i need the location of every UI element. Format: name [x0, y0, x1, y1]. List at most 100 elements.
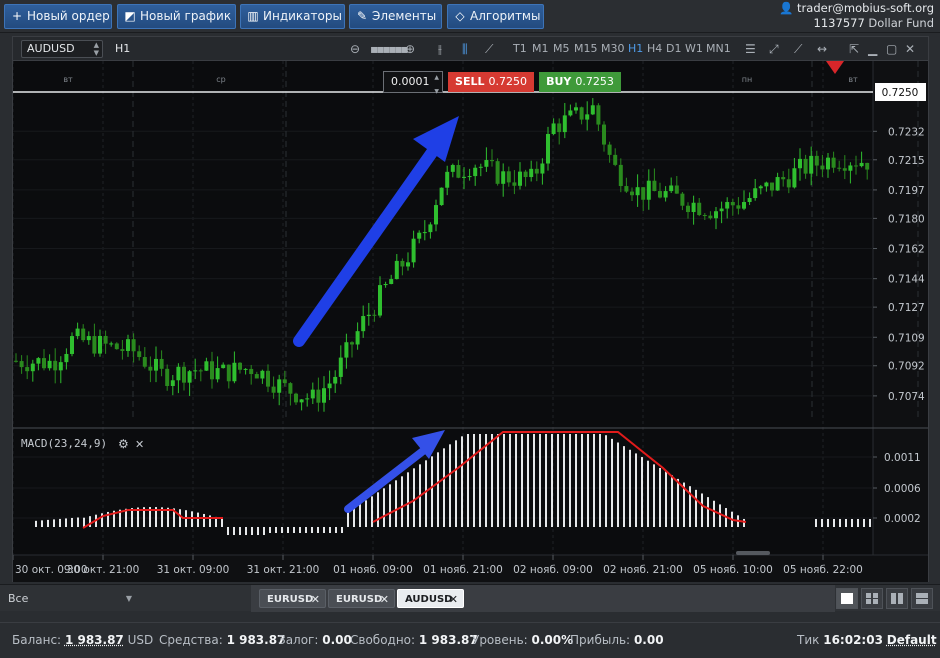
- candle: [86, 336, 91, 341]
- candle: [64, 353, 69, 363]
- candle: [372, 314, 377, 316]
- candle: [204, 361, 209, 371]
- bar-chart-icon[interactable]: ⫲: [438, 41, 442, 57]
- line-chart-icon[interactable]: ⟋: [485, 41, 493, 57]
- layout-single-button[interactable]: [836, 588, 858, 609]
- candle: [378, 285, 382, 316]
- tab-audusd[interactable]: AUDUSD ✕: [397, 589, 464, 608]
- tf-w1[interactable]: W1: [685, 42, 703, 55]
- indicators-button[interactable]: ▥ Индикаторы: [240, 4, 345, 29]
- tf-m5[interactable]: M5: [553, 42, 570, 55]
- close-icon[interactable]: ✕: [449, 590, 458, 609]
- settings-lines-icon[interactable]: ☰: [745, 41, 756, 57]
- new-chart-label: Новый график: [140, 9, 232, 23]
- buy-button[interactable]: BUY 0.7253: [539, 72, 621, 92]
- tf-m15[interactable]: M15: [574, 42, 598, 55]
- minimize-icon[interactable]: ▁: [868, 41, 877, 57]
- detach-icon[interactable]: ⇱: [849, 41, 859, 57]
- candle: [58, 362, 63, 371]
- candle: [758, 186, 763, 189]
- new-order-button[interactable]: + Новый ордер: [4, 4, 112, 29]
- y-tick-label: 0.7197: [888, 185, 925, 197]
- close-icon[interactable]: ✕: [905, 41, 915, 57]
- symbol-select[interactable]: AUDUSD ▲ ▼: [21, 40, 103, 58]
- y-tick-label: 0.7127: [888, 302, 925, 314]
- candle: [691, 202, 696, 213]
- zoom-in-icon[interactable]: ⊕: [405, 41, 415, 57]
- filter-select[interactable]: Все ▼: [8, 589, 136, 608]
- candle: [198, 370, 203, 372]
- tab-eurusd-1[interactable]: EURUSD ✕: [259, 589, 326, 608]
- macd-bar: [341, 527, 343, 533]
- tick-mode[interactable]: Default: [887, 633, 937, 647]
- candle: [562, 115, 567, 133]
- macd-bar: [629, 449, 631, 527]
- macd-bar: [41, 520, 43, 527]
- indicator-settings-icon[interactable]: ⚙: [118, 437, 129, 451]
- candle: [288, 383, 293, 394]
- macd-bar: [851, 519, 853, 527]
- macd-bar: [329, 527, 331, 533]
- day-label: пн: [742, 75, 752, 84]
- algorithms-button[interactable]: ◇ Алгоритмы: [447, 4, 544, 29]
- indicator-close-icon[interactable]: ✕: [135, 438, 144, 451]
- macd-label: MACD(23,24,9): [21, 437, 107, 450]
- macd-bar: [395, 480, 397, 527]
- candle: [467, 176, 472, 178]
- zoom-out-icon[interactable]: ⊖: [350, 41, 360, 57]
- tf-m1[interactable]: M1: [532, 42, 549, 55]
- macd-bar: [551, 434, 553, 527]
- candle: [243, 368, 248, 370]
- chart-canvas[interactable]: вт ср пн вт 0.7232 0.7215 0.7197 0.7180 0.7162 0…: [12, 61, 928, 585]
- candle: [540, 163, 545, 174]
- new-chart-button[interactable]: ◩ Новый график: [117, 4, 236, 29]
- candle: [428, 224, 433, 233]
- tf-t1[interactable]: T1: [513, 42, 527, 55]
- tf-h4[interactable]: H4: [647, 42, 662, 55]
- zoom-slider[interactable]: ▪▪▪▪▪▪: [370, 41, 409, 57]
- macd-bar: [347, 512, 349, 527]
- macd-bar: [293, 527, 295, 533]
- macd-bar: [317, 527, 319, 533]
- candle: [394, 260, 399, 280]
- chart-svg: вт ср пн вт 0.7232 0.7215 0.7197 0.7180 0.7162 0…: [12, 61, 928, 582]
- crosshair-icon[interactable]: ⤢: [769, 41, 779, 57]
- horizontal-scrollbar[interactable]: [736, 551, 770, 555]
- tf-h1[interactable]: H1: [628, 42, 643, 55]
- sell-button[interactable]: SELL 0.7250: [448, 72, 534, 92]
- candle: [635, 187, 640, 196]
- maximize-icon[interactable]: ▢: [886, 41, 897, 57]
- layout-columns-button[interactable]: [886, 588, 908, 609]
- tab-eurusd-2[interactable]: EURUSD ✕: [328, 589, 395, 608]
- macd-bar: [251, 527, 253, 535]
- trendline-icon[interactable]: ⟋: [794, 41, 802, 57]
- current-price-text: 0.7250: [882, 87, 919, 99]
- tick-info: Тик 16:02:03 Default: [797, 623, 937, 658]
- candle: [36, 358, 41, 364]
- candle: [142, 357, 147, 367]
- candle-chart-icon[interactable]: ⫼: [462, 41, 468, 57]
- profit-value: 0.00: [633, 633, 664, 647]
- macd-bar: [503, 434, 505, 527]
- order-step-input[interactable]: 0.0001 ▲ ▼: [383, 71, 443, 95]
- close-icon[interactable]: ✕: [380, 590, 389, 609]
- elements-button[interactable]: ✎ Элементы: [349, 4, 442, 29]
- spinner-icon: ▲ ▼: [93, 41, 99, 57]
- hline-icon[interactable]: ↔: [817, 41, 827, 57]
- candle: [814, 155, 819, 166]
- balance-value[interactable]: 1 983.87: [65, 633, 124, 647]
- candle: [456, 165, 461, 178]
- tf-m30[interactable]: M30: [601, 42, 625, 55]
- tf-mn1[interactable]: MN1: [706, 42, 731, 55]
- account-email: trader@mobius-soft.org: [797, 1, 934, 15]
- tf-d1[interactable]: D1: [666, 42, 681, 55]
- macd-bar: [53, 519, 55, 527]
- close-icon[interactable]: ✕: [311, 590, 320, 609]
- account-info[interactable]: 👤 trader@mobius-soft.org 1137577 Dollar …: [779, 1, 934, 31]
- spinner-icon[interactable]: ▲ ▼: [434, 74, 439, 95]
- layout-rows-button[interactable]: [911, 588, 933, 609]
- candle: [568, 110, 573, 116]
- candle: [747, 198, 752, 203]
- layout-grid-button[interactable]: [861, 588, 883, 609]
- macd-bar: [575, 434, 577, 527]
